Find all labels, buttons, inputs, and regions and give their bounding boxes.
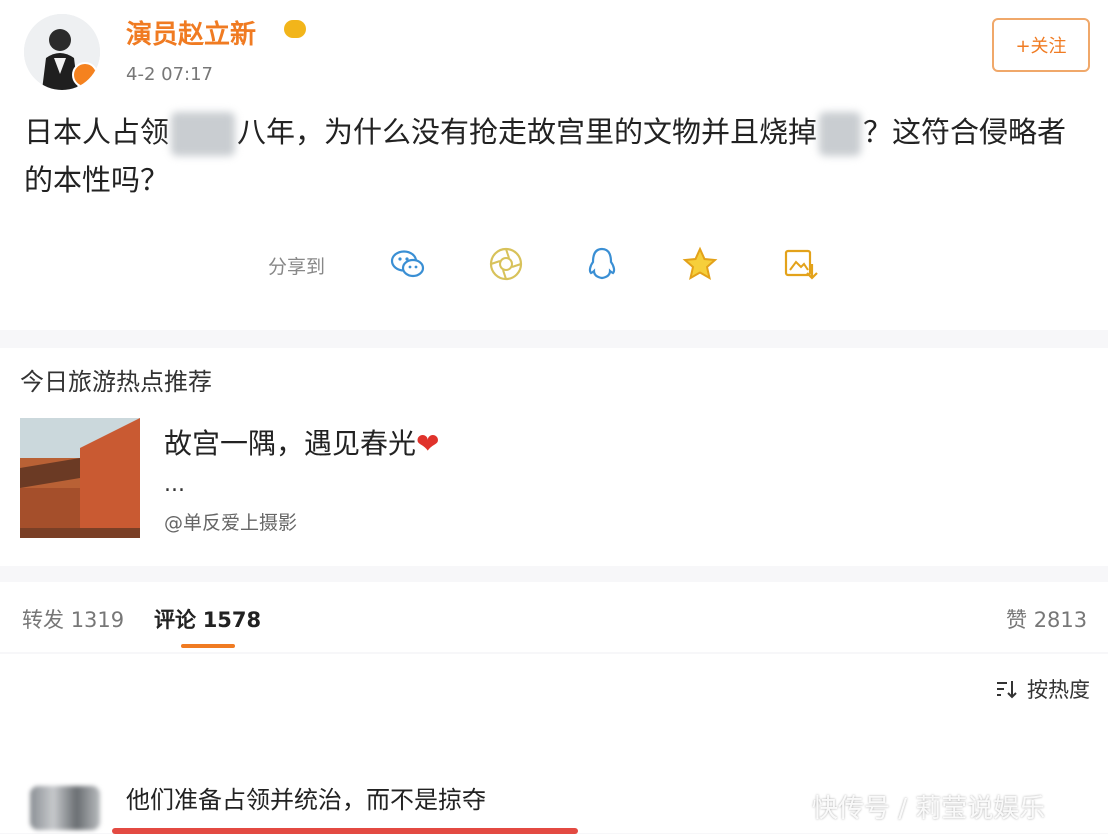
headline-text: 故宫一隅，遇见春光 <box>164 427 417 460</box>
user-avatar[interactable] <box>24 14 100 90</box>
tab-repost[interactable]: 转发 1319 <box>22 604 124 634</box>
share-label: 分享到 <box>268 256 326 278</box>
post-text-part-2: 八年，为什么没有抢走故宫里的文物并且烧掉 <box>237 115 818 149</box>
sort-by-hot-button[interactable]: 按热度 <box>995 674 1090 704</box>
watermark: 快传号 / 莉莹说娱乐 <box>812 794 1046 824</box>
recommendation-headline[interactable]: 故宫一隅，遇见春光❤ <box>164 422 439 462</box>
wechat-icon[interactable] <box>388 244 428 284</box>
tab-likes[interactable]: 赞 2813 <box>1006 604 1087 634</box>
follow-button[interactable]: +关注 <box>992 18 1090 72</box>
section-title: 今日旅游热点推荐 <box>20 368 212 396</box>
like-count: 2813 <box>1033 608 1088 632</box>
repost-count: 1319 <box>70 608 125 632</box>
comment-text: 他们准备占领并统治，而不是掠夺 <box>126 786 486 814</box>
verified-badge-icon <box>72 62 98 88</box>
post-text-part-1: 日本人占领 <box>24 115 170 149</box>
username[interactable]: 演员赵立新 <box>126 14 256 51</box>
vip-badge-icon <box>284 20 306 38</box>
recommendation-source[interactable]: @单反爱上摄影 <box>164 508 297 535</box>
commenter-avatar[interactable] <box>30 786 100 830</box>
qq-icon[interactable] <box>582 244 622 284</box>
recommendation-thumbnail[interactable] <box>20 418 140 538</box>
blurred-text <box>171 112 236 156</box>
highlight-bar <box>112 828 578 834</box>
post-text: 日本人占领 八年，为什么没有抢走故宫里的文物并且烧掉 ？这符合侵略者的本性吗？ <box>24 108 1084 204</box>
favorite-star-icon[interactable] <box>680 244 720 284</box>
interaction-tabs: 转发 1319 评论 1578 赞 2813 <box>0 582 1108 652</box>
comment-count: 1578 <box>202 608 262 632</box>
repost-label: 转发 <box>22 608 64 632</box>
like-label: 赞 <box>1006 608 1027 632</box>
ellipsis: ... <box>164 472 185 497</box>
heart-icon: ❤ <box>416 427 440 460</box>
travel-recommendation-card[interactable]: 今日旅游热点推荐 故宫一隅，遇见春光❤ ... @单反爱上摄影 <box>0 348 1108 566</box>
save-image-icon[interactable] <box>780 244 820 284</box>
post-card: 演员赵立新 4-2 07:17 +关注 日本人占领 八年，为什么没有抢走故宫里的文… <box>0 0 1108 330</box>
moments-icon[interactable] <box>486 244 526 284</box>
comment-label: 评论 <box>154 608 196 632</box>
post-time: 4-2 07:17 <box>126 64 213 85</box>
sort-icon <box>997 681 1017 699</box>
sort-label: 按热度 <box>1027 678 1090 702</box>
active-tab-indicator <box>181 644 235 648</box>
blurred-text <box>819 112 862 156</box>
tab-comments[interactable]: 评论 1578 <box>154 604 261 634</box>
